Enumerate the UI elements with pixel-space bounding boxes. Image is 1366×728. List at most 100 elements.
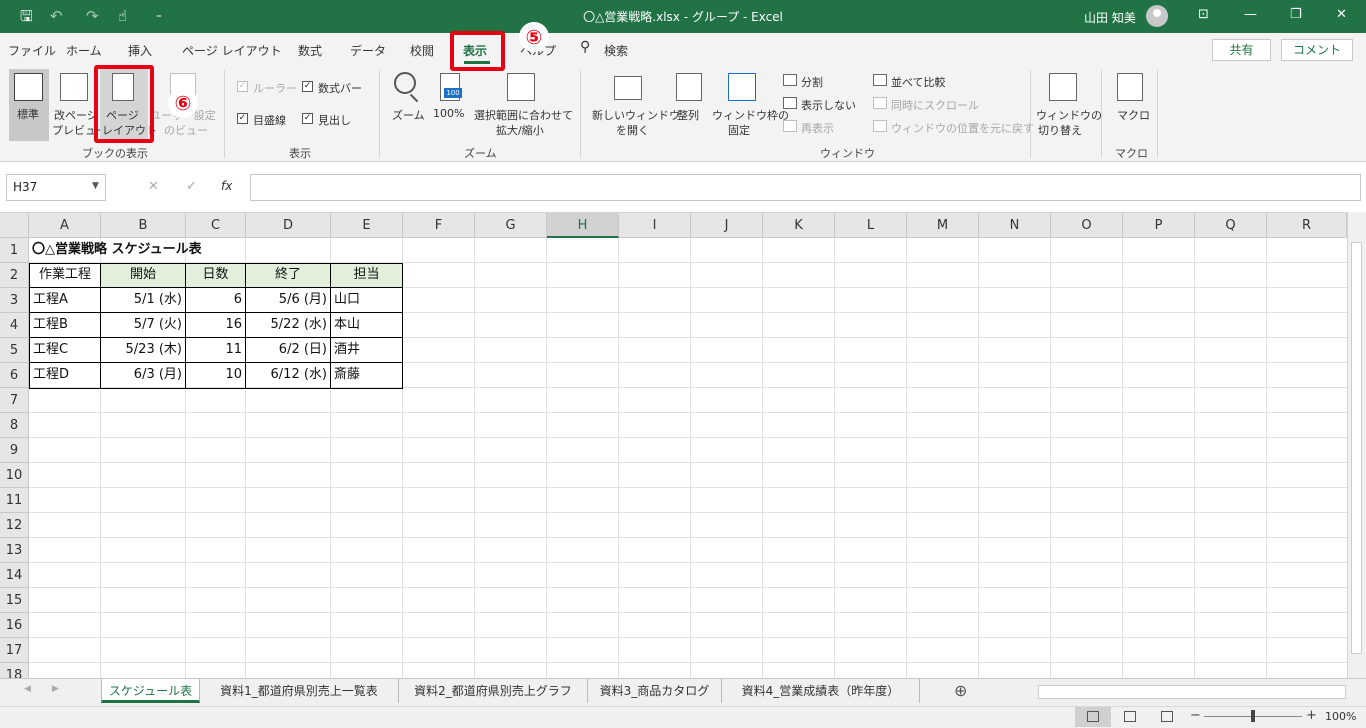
column-header[interactable]: C xyxy=(186,213,246,238)
table-cell[interactable]: 16 xyxy=(186,313,245,338)
add-sheet-icon[interactable]: ⊕ xyxy=(954,681,967,700)
table-cell[interactable]: 工程D xyxy=(30,363,100,388)
freeze-panes-icon[interactable] xyxy=(728,73,756,101)
zoom-to-selection-label-2[interactable]: 拡大/縮小 xyxy=(496,122,544,138)
column-header[interactable]: G xyxy=(475,213,547,238)
hide-icon[interactable] xyxy=(783,97,797,109)
sheet-tab[interactable]: 資料3_商品カタログ xyxy=(588,679,722,703)
table-cell[interactable]: 5/7 (火) xyxy=(101,313,185,338)
freeze-panes-label-2[interactable]: 固定 xyxy=(728,122,750,138)
tab-file[interactable]: ファイル xyxy=(8,42,56,59)
sheet-tab[interactable]: 資料2_都道府県別売上グラフ xyxy=(399,679,588,703)
scrollbar-thumb[interactable] xyxy=(1351,242,1362,654)
zoom-level[interactable]: 100% xyxy=(1325,710,1356,723)
formula-bar-label[interactable]: 数式バー xyxy=(318,80,362,96)
arrange-all-icon[interactable] xyxy=(676,73,702,101)
zoom-button-label[interactable]: ズーム xyxy=(392,107,425,123)
tab-search[interactable]: 検索 xyxy=(604,42,628,59)
table-header-cell[interactable]: 作業工程 xyxy=(30,263,100,288)
row-header[interactable]: 8 xyxy=(0,413,29,438)
column-header[interactable]: N xyxy=(979,213,1051,238)
headings-label[interactable]: 見出し xyxy=(318,112,351,128)
column-header[interactable]: A xyxy=(29,213,101,238)
column-header[interactable]: F xyxy=(403,213,475,238)
hide-label[interactable]: 表示しない xyxy=(801,97,856,113)
avatar[interactable] xyxy=(1146,5,1168,27)
tab-formulas[interactable]: 数式 xyxy=(298,42,322,59)
column-header[interactable]: I xyxy=(619,213,691,238)
comment-button[interactable]: コメント xyxy=(1281,39,1353,61)
column-header[interactable]: L xyxy=(835,213,907,238)
worksheet-grid[interactable]: A B C D E F G H I J K L M N O P Q R 1 2 … xyxy=(0,212,1366,678)
tab-scroll-right-icon[interactable]: ▶ xyxy=(52,684,59,694)
row-header[interactable]: 11 xyxy=(0,488,29,513)
column-header[interactable]: R xyxy=(1267,213,1347,238)
side-by-side-label[interactable]: 並べて比較 xyxy=(891,74,946,90)
table-cell[interactable]: 11 xyxy=(186,338,245,363)
table-cell[interactable]: 5/1 (水) xyxy=(101,288,185,313)
insert-function-icon[interactable]: fx xyxy=(221,179,232,193)
row-header[interactable]: 17 xyxy=(0,638,29,663)
tab-data[interactable]: データ xyxy=(350,42,386,59)
column-header[interactable]: J xyxy=(691,213,763,238)
sheet-tab[interactable]: スケジュール表 xyxy=(101,679,200,703)
sheet-tab[interactable]: 資料1_都道府県別売上一覧表 xyxy=(200,679,399,703)
column-header[interactable]: M xyxy=(907,213,979,238)
column-header[interactable]: D xyxy=(246,213,331,238)
maximize-button[interactable]: ❐ xyxy=(1290,7,1302,22)
row-header[interactable]: 7 xyxy=(0,388,29,413)
page-break-status-icon[interactable] xyxy=(1161,711,1173,722)
gridlines-label[interactable]: 目盛線 xyxy=(253,112,286,128)
row-header[interactable]: 5 xyxy=(0,338,29,363)
table-cell[interactable]: 工程B xyxy=(30,313,100,338)
page-break-preview-icon[interactable] xyxy=(60,73,88,101)
horizontal-scrollbar[interactable] xyxy=(1038,685,1346,699)
freeze-panes-label[interactable]: ウィンドウ枠の xyxy=(712,107,789,123)
gridlines-checkbox[interactable]: ✓ xyxy=(237,113,248,124)
column-header[interactable]: P xyxy=(1123,213,1195,238)
new-window-label[interactable]: 新しいウィンドウ xyxy=(592,107,680,123)
table-cell[interactable]: 5/6 (月) xyxy=(246,288,330,313)
table-cell[interactable]: 10 xyxy=(186,363,245,388)
table-cell[interactable]: 6/3 (月) xyxy=(101,363,185,388)
tab-review[interactable]: 校閲 xyxy=(410,42,434,59)
table-cell[interactable]: 山口 xyxy=(331,288,402,313)
table-cell[interactable]: 工程A xyxy=(30,288,100,313)
column-header[interactable]: K xyxy=(763,213,835,238)
minimize-button[interactable]: — xyxy=(1244,7,1257,22)
row-header[interactable]: 10 xyxy=(0,463,29,488)
switch-windows-icon[interactable] xyxy=(1049,73,1077,101)
switch-windows-label-2[interactable]: 切り替え xyxy=(1038,122,1082,138)
row-header[interactable]: 9 xyxy=(0,438,29,463)
tab-page-layout[interactable]: ページ レイアウト xyxy=(182,42,282,59)
table-cell[interactable]: 6 xyxy=(186,288,245,313)
table-header-cell[interactable]: 担当 xyxy=(331,263,402,288)
select-all-corner[interactable] xyxy=(0,213,29,238)
table-header-cell[interactable]: 開始 xyxy=(101,263,185,288)
column-header[interactable]: E xyxy=(331,213,403,238)
vertical-scrollbar[interactable] xyxy=(1347,212,1366,678)
sheet-title-cell[interactable]: 〇△営業戦略 スケジュール表 xyxy=(29,238,205,263)
split-icon[interactable] xyxy=(783,74,797,86)
zoom-slider-thumb[interactable] xyxy=(1251,710,1255,722)
row-header[interactable]: 2 xyxy=(0,263,29,288)
column-header[interactable]: H xyxy=(547,213,619,238)
new-window-icon[interactable] xyxy=(614,76,642,100)
row-header[interactable]: 15 xyxy=(0,588,29,613)
row-header[interactable]: 13 xyxy=(0,538,29,563)
name-box[interactable]: H37 xyxy=(6,174,106,201)
sheet-tab[interactable]: 資料4_営業成績表（昨年度） xyxy=(722,679,920,703)
table-cell[interactable]: 工程C xyxy=(30,338,100,363)
user-name[interactable]: 山田 知美 xyxy=(1084,9,1136,26)
row-header[interactable]: 18 xyxy=(0,663,29,678)
column-header[interactable]: B xyxy=(101,213,186,238)
formula-bar-checkbox[interactable]: ✓ xyxy=(302,81,313,92)
ribbon-display-icon[interactable]: ⊡ xyxy=(1198,7,1209,22)
table-cell[interactable]: 酒井 xyxy=(331,338,402,363)
row-header[interactable]: 6 xyxy=(0,363,29,388)
close-button[interactable]: ✕ xyxy=(1336,7,1347,22)
page-layout-status-icon[interactable] xyxy=(1124,711,1136,722)
row-header[interactable]: 3 xyxy=(0,288,29,313)
table-header-cell[interactable]: 日数 xyxy=(186,263,245,288)
share-button[interactable]: 共有 xyxy=(1212,39,1271,61)
